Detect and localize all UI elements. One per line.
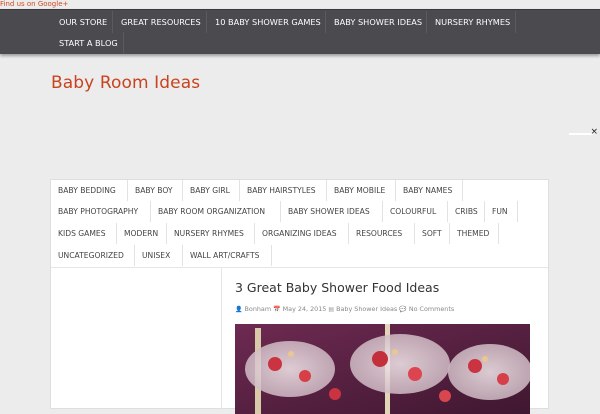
- category-nursery-rhymes[interactable]: NURSERY RHYMES: [167, 223, 255, 244]
- nav-item-baby-shower-games[interactable]: 10 BABY SHOWER GAMES: [207, 11, 326, 33]
- site-title[interactable]: Baby Room Ideas: [51, 73, 200, 93]
- category-baby-shower-ideas[interactable]: BABY SHOWER IDEAS: [281, 201, 383, 222]
- category-fun[interactable]: FUN: [485, 201, 518, 222]
- post-category[interactable]: Baby Shower Ideas: [336, 305, 397, 313]
- content-area: BABY BEDDING BABY BOY BABY GIRL BABY HAI…: [50, 179, 549, 414]
- nav-item-baby-shower-ideas[interactable]: BABY SHOWER IDEAS: [326, 11, 427, 33]
- category-wall-art-crafts[interactable]: WALL ART/CRAFTS: [183, 245, 272, 266]
- category-cribs[interactable]: CRIBS: [448, 201, 485, 222]
- nav-item-nursery-rhymes[interactable]: NURSERY RHYMES: [427, 11, 516, 33]
- category-colourful[interactable]: COLOURFUL: [383, 201, 448, 222]
- category-baby-bedding[interactable]: BABY BEDDING: [51, 180, 128, 201]
- floating-bar: [569, 133, 593, 135]
- user-icon: 👤: [235, 306, 243, 313]
- category-baby-hairstyles[interactable]: BABY HAIRSTYLES: [240, 180, 327, 201]
- nav-item-our-store[interactable]: OUR STORE: [51, 11, 113, 33]
- category-baby-boy[interactable]: BABY BOY: [128, 180, 183, 201]
- category-unisex[interactable]: UNISEX: [135, 245, 183, 266]
- category-kids-games[interactable]: KIDS GAMES: [51, 223, 117, 244]
- nav-item-great-resources[interactable]: GREAT RESOURCES: [113, 11, 207, 33]
- category-organizing-ideas[interactable]: ORGANIZING IDEAS: [255, 223, 349, 244]
- post-featured-image[interactable]: [235, 324, 530, 414]
- category-resources[interactable]: RESOURCES: [349, 223, 415, 244]
- category-soft[interactable]: SOFT: [415, 223, 450, 244]
- category-baby-names[interactable]: BABY NAMES: [396, 180, 463, 201]
- post-comments[interactable]: No Comments: [409, 305, 454, 313]
- category-uncategorized[interactable]: UNCATEGORIZED: [51, 245, 135, 266]
- nav-item-start-a-blog[interactable]: START A BLOG: [51, 32, 124, 54]
- google-plus-link[interactable]: Find us on Google+: [0, 0, 68, 9]
- food-photo-illustration: [235, 324, 530, 414]
- close-icon[interactable]: ×: [590, 127, 598, 137]
- top-navigation: OUR STORE GREAT RESOURCES 10 BABY SHOWER…: [0, 9, 600, 54]
- post-date: May 24, 2015: [282, 305, 327, 313]
- comments-icon: 💬: [399, 306, 407, 313]
- post-title[interactable]: 3 Great Baby Shower Food Ideas: [235, 280, 439, 295]
- category-baby-room-organization[interactable]: BABY ROOM ORGANIZATION: [151, 201, 281, 222]
- category-baby-girl[interactable]: BABY GIRL: [183, 180, 240, 201]
- category-baby-mobile[interactable]: BABY MOBILE: [327, 180, 396, 201]
- category-modern[interactable]: MODERN: [117, 223, 167, 244]
- category-menu: BABY BEDDING BABY BOY BABY GIRL BABY HAI…: [51, 180, 548, 268]
- post-meta: 👤 Bonham 📅 May 24, 2015 ▤ Baby Shower Id…: [235, 305, 454, 313]
- post-author[interactable]: Bonham: [245, 305, 272, 313]
- category-themed[interactable]: THEMED: [450, 223, 499, 244]
- category-baby-photography[interactable]: BABY PHOTOGRAPHY: [51, 201, 151, 222]
- sidebar: [51, 268, 222, 410]
- folder-icon: ▤: [328, 306, 335, 313]
- calendar-icon: 📅: [273, 306, 281, 313]
